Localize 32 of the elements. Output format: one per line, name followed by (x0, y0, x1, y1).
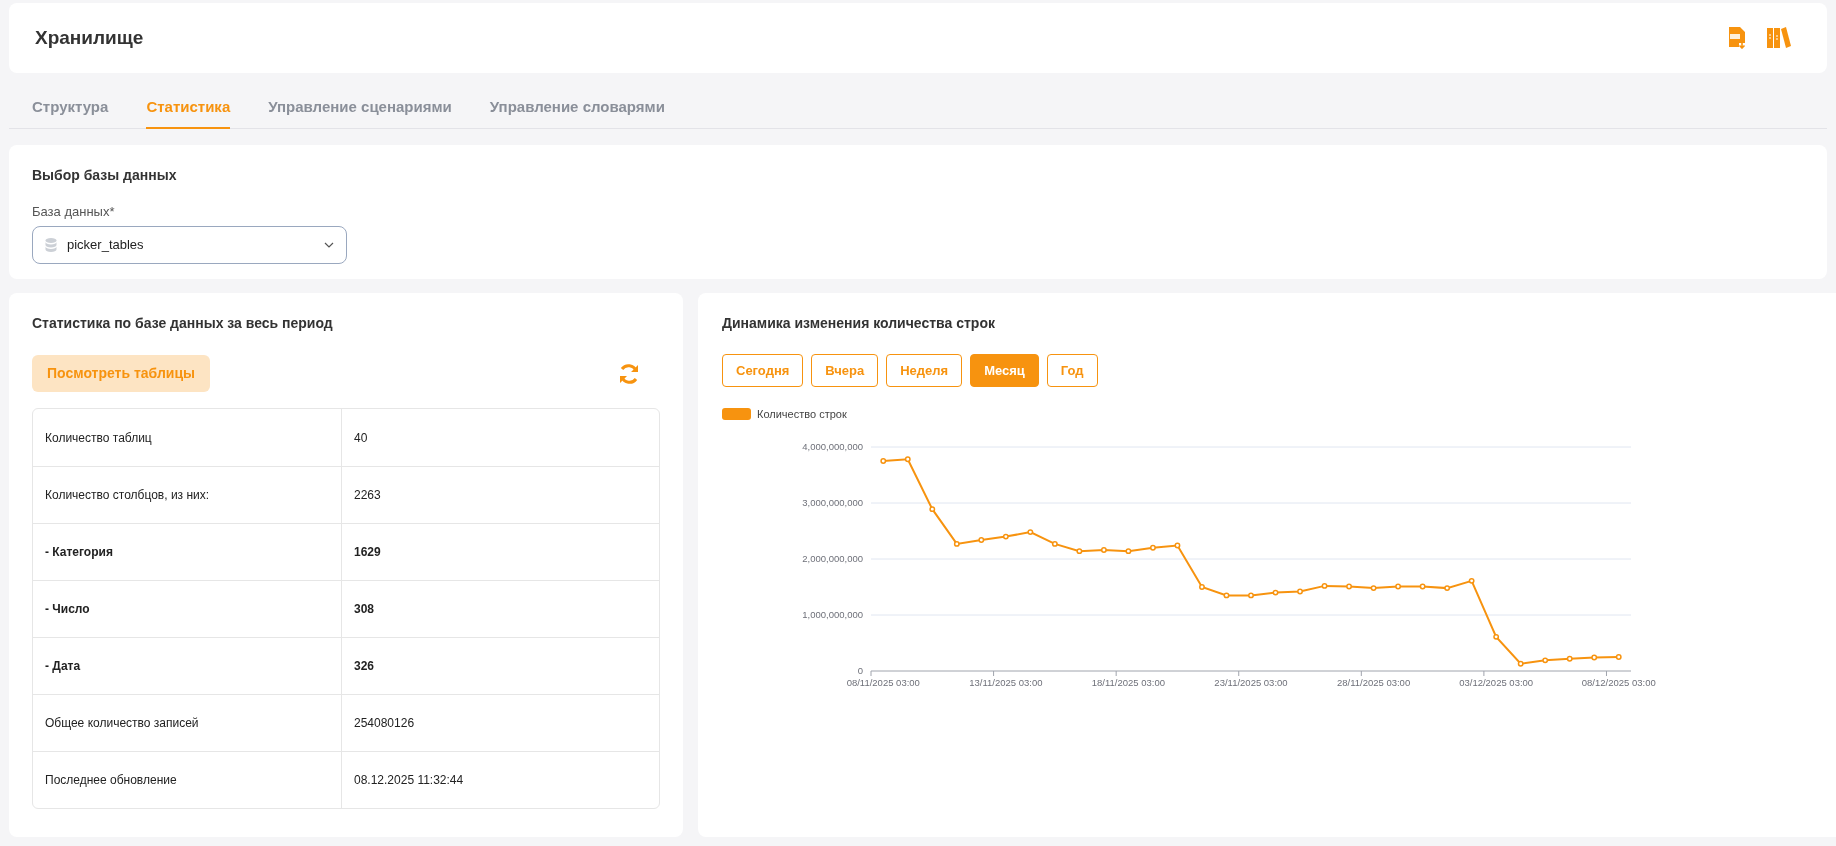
table-cell-text: 326 (353, 658, 376, 675)
field-label: База данных* (32, 203, 116, 221)
legend-label: Количество строк (757, 407, 847, 422)
section-title: Статистика по базе данных за весь период (32, 314, 334, 333)
table-cell: Количество таблиц (33, 409, 342, 466)
x-axis-label: 13/11/2025 03:00 (969, 676, 1043, 688)
table-cell-text: 40 (353, 429, 369, 447)
x-axis-label: 18/11/2025 03:00 (1091, 676, 1166, 688)
x-axis-label: 23/11/2025 03:00 (1214, 676, 1288, 688)
x-axis-label: 03/12/2025 03:00 (1459, 676, 1534, 688)
table-cell: Последнее обновление (33, 752, 342, 808)
table-cell-text: 254080126 (353, 715, 416, 732)
y-axis-label: 2,000,000,000 (802, 552, 863, 564)
section-title: Выбор базы данных (32, 166, 178, 185)
x-axis-label: 28/11/2025 03:00 (1336, 676, 1411, 688)
y-axis-label: 1,000,000,000 (802, 608, 863, 620)
y-axis-label: 0 (857, 664, 863, 676)
y-axis-label: 4,000,000,000 (802, 440, 863, 452)
table-cell-text: 308 (353, 601, 376, 618)
x-axis-label: 08/11/2025 03:00 (846, 676, 920, 688)
table-cell: - Дата (33, 638, 342, 694)
table-cell: Количество столбцов, из них: (33, 467, 342, 523)
table-cell: Общее количество записей (33, 695, 342, 751)
x-axis-label: 08/12/2025 03:00 (1581, 676, 1656, 688)
table-cell-text: 08.12.2025 11:32:44 (353, 772, 465, 789)
table-cell-text: 1629 (353, 544, 382, 561)
table-cell-text: 2263 (353, 487, 382, 504)
page-title: Хранилище (35, 25, 144, 50)
section-title: Динамика изменения количества строк (722, 314, 996, 333)
table-cell: - Число (33, 581, 342, 637)
y-axis-label: 3,000,000,000 (802, 496, 863, 508)
table-cell: - Категория (33, 524, 342, 580)
